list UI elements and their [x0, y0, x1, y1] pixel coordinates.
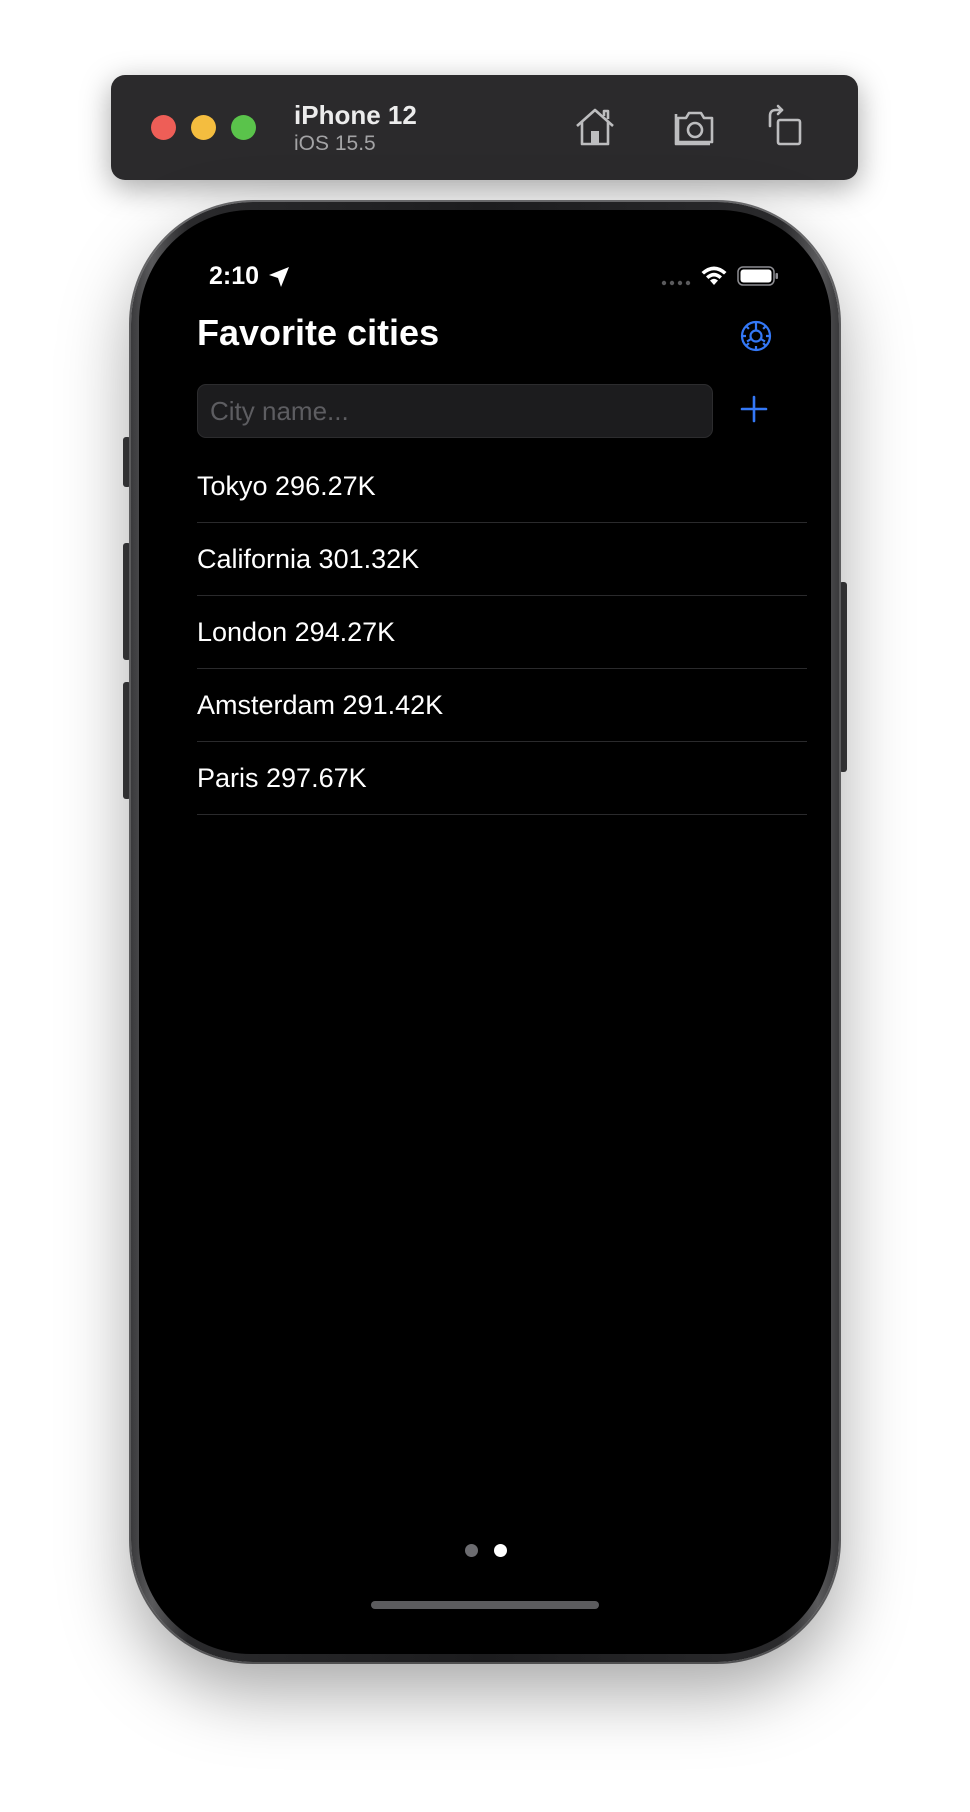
minimize-window-button[interactable]	[191, 115, 216, 140]
gear-icon[interactable]	[737, 317, 775, 355]
page-title: Favorite cities	[197, 312, 440, 353]
volume-down-button	[123, 682, 131, 799]
home-indicator[interactable]	[371, 1601, 599, 1609]
simulator-toolbar	[111, 75, 858, 180]
battery-icon	[737, 266, 778, 286]
device-os-version: iOS 15.5	[294, 132, 376, 155]
list-item[interactable]: London 294.27K	[197, 596, 807, 669]
list-item[interactable]: California 301.32K	[197, 523, 807, 596]
location-arrow-icon	[269, 267, 289, 287]
add-city-button[interactable]	[738, 393, 770, 425]
list-item[interactable]: Amsterdam 291.42K	[197, 669, 807, 742]
home-icon[interactable]	[572, 104, 618, 150]
volume-up-button	[123, 543, 131, 660]
cellular-signal-icon	[661, 280, 691, 286]
page-dot-1[interactable]	[465, 1544, 478, 1557]
close-window-button[interactable]	[151, 115, 176, 140]
device-name: iPhone 12	[294, 100, 417, 130]
city-list: Tokyo 296.27K California 301.32K London …	[197, 450, 807, 815]
phone-screen: 2:10 Favorite cities City name... Tokyo …	[139, 210, 831, 1654]
wifi-icon	[701, 266, 727, 285]
zoom-window-button[interactable]	[231, 115, 256, 140]
list-item[interactable]: Paris 297.67K	[197, 742, 807, 815]
silent-switch	[123, 437, 131, 487]
list-item[interactable]: Tokyo 296.27K	[197, 450, 807, 523]
screenshot-icon[interactable]	[672, 104, 718, 150]
status-time: 2:10	[209, 262, 260, 290]
simulator-window: iPhone 12 iOS 15.5 2:10 Favorite cities …	[0, 0, 970, 1812]
rotate-icon[interactable]	[762, 104, 808, 150]
city-name-input[interactable]	[197, 384, 713, 438]
power-button	[839, 582, 847, 772]
page-dot-2[interactable]	[494, 1544, 507, 1557]
page-indicator[interactable]	[465, 1544, 509, 1558]
